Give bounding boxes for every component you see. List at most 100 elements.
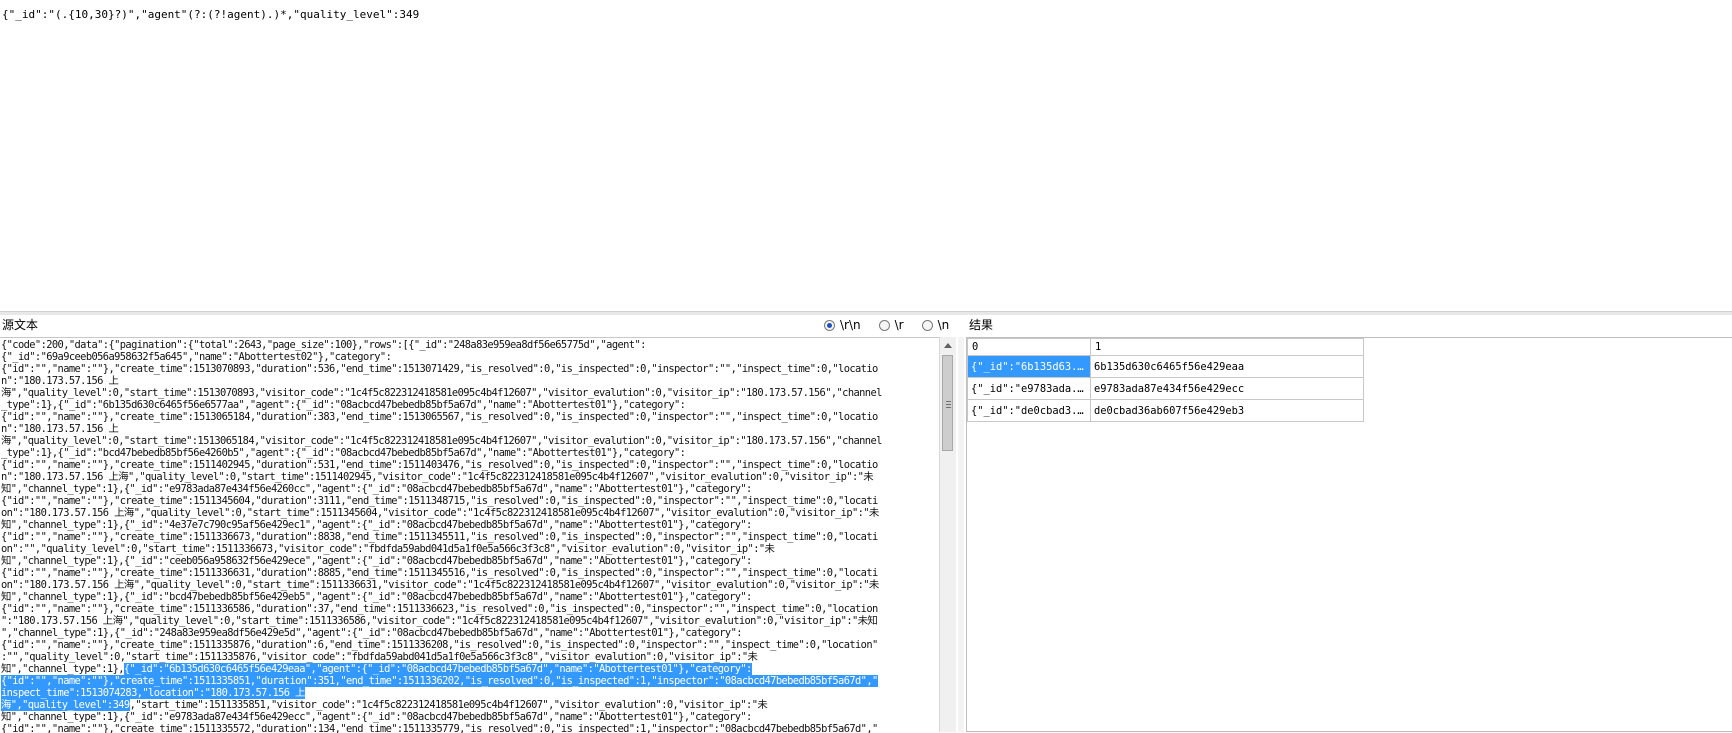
source-line-text: {"id":"","name":""},"create_time":151134… xyxy=(1,495,878,507)
column-header-0[interactable]: 0 xyxy=(967,338,1091,356)
source-line-text: ","channel_type":1},{"_id":"248a83e959ea… xyxy=(1,627,743,639)
source-line: n":"180.173.57.156 上 xyxy=(1,423,936,435)
source-line-text: on":"180.173.57.156 上海","quality_level":… xyxy=(1,579,879,591)
results-table: 0 1 {"_id":"6b135d63... 6b135d630c6465f56… xyxy=(967,338,1364,422)
results-cell-group[interactable]: de0cbad36ab607f56e429eb3 xyxy=(1090,399,1364,422)
scroll-thumb[interactable] xyxy=(942,355,953,451)
source-line-text: 知","channel_type":1}, xyxy=(1,663,125,675)
results-label: 结果 xyxy=(969,318,994,332)
source-line: {"code":200,"data":{"pagination":{"total… xyxy=(1,339,936,351)
source-line: 知","channel_type":1},{"_id":"bcd47bebedb… xyxy=(1,591,936,603)
scroll-up-arrow-icon[interactable] xyxy=(944,343,952,348)
source-line: 海","quality_level":0,"start_time":151306… xyxy=(1,435,936,447)
source-line-text: {"code":200,"data":{"pagination":{"total… xyxy=(1,339,646,351)
source-line: 知","channel_type":1},{"_id":"4e37e7c790c… xyxy=(1,519,936,531)
source-line: 知","channel_type":1},{"_id":"6b135d630c6… xyxy=(1,663,936,675)
selected-match-text: inspect_time":1513074283,"location":"180… xyxy=(1,687,305,699)
radio-lf[interactable]: \n xyxy=(921,318,950,332)
results-row[interactable]: {"_id":"6b135d63... 6b135d630c6465f56e429… xyxy=(967,355,1364,378)
source-line-text: ":"180.173.57.156 上海","quality_level":0,… xyxy=(1,615,878,627)
source-line: :"","quality_level":0,"start_time":15113… xyxy=(1,651,936,663)
grip-line xyxy=(946,404,951,405)
results-cell-group[interactable]: 6b135d630c6465f56e429eaa xyxy=(1090,355,1364,378)
source-line-text: 知","channel_type":1},{"_id":"bcd47bebedb… xyxy=(1,591,752,603)
line-ending-radio-group: \r\n \r \n xyxy=(824,316,949,334)
source-line-text: 知","channel_type":1},{"_id":"ceeb056a958… xyxy=(1,555,752,567)
source-line-text: 知","channel_type":1},{"_id":"4e37e7c790c… xyxy=(1,519,752,531)
source-line: {"id":"","name":""},"create_time":151306… xyxy=(1,411,936,423)
source-line-text: on":"180.173.57.156 上海","quality_level":… xyxy=(1,507,879,519)
horizontal-splitter[interactable] xyxy=(0,311,1732,315)
source-line: 海","quality_level":0,"start_time":151307… xyxy=(1,387,936,399)
radio-crlf[interactable]: \r\n xyxy=(824,318,861,332)
top-strip xyxy=(0,0,1732,6)
source-line: on":"180.173.57.156 上海","quality_level":… xyxy=(1,579,936,591)
source-line: ","channel_type":1},{"_id":"248a83e959ea… xyxy=(1,627,936,639)
radio-lf-circle[interactable] xyxy=(921,319,933,331)
selected-match-text: {"_id":"6b135d630c6465f56e429eaa","agent… xyxy=(123,663,752,675)
source-line: {"id":"","name":""},"create_time":151133… xyxy=(1,567,936,579)
results-cell-match[interactable]: {"_id":"de0cbad3... xyxy=(967,399,1091,422)
source-line-text: 海","quality_level":0,"start_time":151306… xyxy=(1,435,882,447)
source-line-text: {"_id":"69a9ceeb056a958632f5a645","name"… xyxy=(1,351,392,363)
vertical-splitter[interactable] xyxy=(958,337,964,732)
results-cell-group[interactable]: e9783ada87e434f56e429ecc xyxy=(1090,377,1364,400)
radio-cr[interactable]: \r xyxy=(878,318,904,332)
regex-pattern-input[interactable] xyxy=(0,8,1730,314)
source-line: {"id":"","name":""},"create_time":151133… xyxy=(1,639,936,651)
results-row[interactable]: {"_id":"de0cbad3... de0cbad36ab607f56e429… xyxy=(967,399,1364,422)
source-line: inspect_time":1513074283,"location":"180… xyxy=(1,687,936,699)
source-line-text: {"id":"","name":""},"create_time":151307… xyxy=(1,363,878,375)
source-line-text: on":"","quality_level":0,"start_time":15… xyxy=(1,543,775,555)
results-cell-match[interactable]: {"_id":"6b135d63... xyxy=(967,355,1091,378)
source-line-text: :"","quality_level":0,"start_time":15113… xyxy=(1,651,758,663)
source-line-text: 海","quality_level":0,"start_time":151307… xyxy=(1,387,882,399)
source-line-text: {"id":"","name":""},"create_time":151133… xyxy=(1,603,878,615)
source-line: on":"180.173.57.156 上海","quality_level":… xyxy=(1,507,936,519)
source-line-text: 知","channel_type":1},{"_id":"e9783ada87e… xyxy=(1,483,752,495)
source-line: 知","channel_type":1},{"_id":"ceeb056a958… xyxy=(1,555,936,567)
results-row[interactable]: {"_id":"e9783ada... e9783ada87e434f56e429… xyxy=(967,377,1364,400)
source-line-text: n":"180.173.57.156 上海","quality_level":0… xyxy=(1,471,874,483)
source-line: {"id":"","name":""},"create_time":151307… xyxy=(1,363,936,375)
source-line-text: _type":1},{"_id":"bcd47bebedb85bf56e4260… xyxy=(1,447,686,459)
source-line-text: 知","channel_type":1},{"_id":"e9783ada87e… xyxy=(1,711,752,723)
source-text-label: 源文本 xyxy=(2,318,39,332)
radio-lf-label: \n xyxy=(937,318,950,332)
source-line: n":"180.173.57.156 上 xyxy=(1,375,936,387)
source-line-text: _type":1},{"_id":"6b135d630c6465f56e6577… xyxy=(1,399,686,411)
source-line-text: n":"180.173.57.156 上 xyxy=(1,423,119,435)
source-line-text: {"id":"","name":""},"create_time":151140… xyxy=(1,459,878,471)
source-line-text: {"id":"","name":""},"create_time":151133… xyxy=(1,567,878,579)
source-text-panel[interactable]: {"code":200,"data":{"pagination":{"total… xyxy=(0,337,954,733)
grip-line xyxy=(946,407,951,408)
radio-crlf-label: \r\n xyxy=(840,318,861,332)
source-line-text: ,"start_time":1511335851,"visitor_code":… xyxy=(129,699,768,711)
source-line-text: {"id":"","name":""},"create_time":151133… xyxy=(1,639,878,651)
source-line-text: {"id":"","name":""},"create_time":151306… xyxy=(1,411,878,423)
column-header-1[interactable]: 1 xyxy=(1090,338,1364,356)
radio-cr-circle[interactable] xyxy=(878,319,890,331)
source-line-text: n":"180.173.57.156 上 xyxy=(1,375,119,387)
radio-cr-label: \r xyxy=(894,318,904,332)
source-line: {"id":"","name":""},"create_time":151133… xyxy=(1,531,936,543)
source-line: _type":1},{"_id":"bcd47bebedb85bf56e4260… xyxy=(1,447,936,459)
source-line: _type":1},{"_id":"6b135d630c6465f56e6577… xyxy=(1,399,936,411)
source-line: {"id":"","name":""},"create_time":151133… xyxy=(1,603,936,615)
source-line: 知","channel_type":1},{"_id":"e9783ada87e… xyxy=(1,711,936,723)
results-cell-match[interactable]: {"_id":"e9783ada... xyxy=(967,377,1091,400)
source-text-content[interactable]: {"code":200,"data":{"pagination":{"total… xyxy=(1,339,936,733)
source-line: 海","quality_level":349,"start_time":1511… xyxy=(1,699,936,711)
source-vertical-scrollbar[interactable] xyxy=(939,337,956,732)
grip-line xyxy=(946,401,951,402)
results-panel: 0 1 {"_id":"6b135d63... 6b135d630c6465f56… xyxy=(966,337,1732,732)
source-line: 知","channel_type":1},{"_id":"e9783ada87e… xyxy=(1,483,936,495)
results-header-row: 0 1 xyxy=(967,338,1364,356)
source-line: {"id":"","name":""},"create_time":151133… xyxy=(1,675,936,687)
source-line: {"_id":"69a9ceeb056a958632f5a645","name"… xyxy=(1,351,936,363)
selected-match-text: {"id":"","name":""},"create_time":151133… xyxy=(1,675,878,687)
selected-match-text: 海","quality_level":349 xyxy=(1,699,130,711)
source-line-text: {"id":"","name":""},"create_time":151133… xyxy=(1,531,878,543)
source-line: {"id":"","name":""},"create_time":151134… xyxy=(1,495,936,507)
radio-crlf-circle[interactable] xyxy=(824,319,835,331)
